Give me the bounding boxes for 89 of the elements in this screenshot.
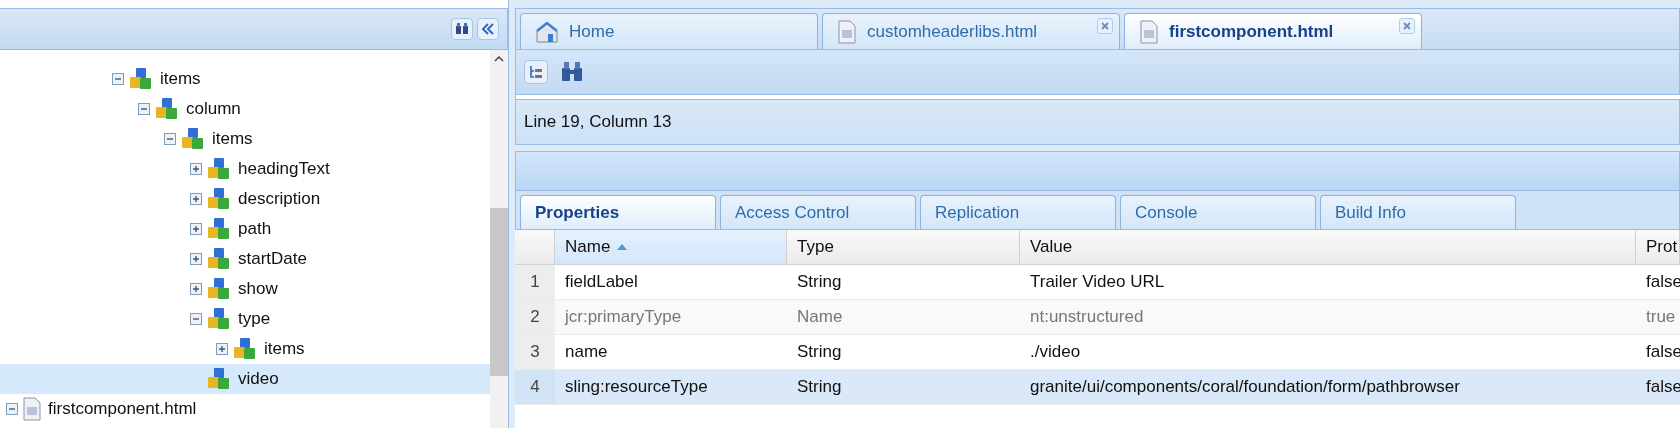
panel-tab[interactable]: Access Control bbox=[720, 195, 916, 229]
column-header[interactable]: Name bbox=[555, 230, 787, 265]
table-cell: true bbox=[1636, 300, 1680, 335]
row-number: 3 bbox=[515, 335, 555, 370]
close-tab-button[interactable] bbox=[1399, 18, 1415, 34]
binoculars-icon[interactable] bbox=[560, 61, 584, 83]
tree-view-button[interactable] bbox=[524, 60, 548, 84]
cubes-icon bbox=[232, 336, 258, 362]
table-cell: jcr:primaryType bbox=[555, 300, 787, 335]
collapse-panel-button[interactable] bbox=[477, 18, 499, 40]
tree-label: items bbox=[212, 129, 253, 149]
tree-label: show bbox=[238, 279, 278, 299]
tree-item[interactable]: description bbox=[0, 184, 490, 214]
table-cell: nt:unstructured bbox=[1020, 300, 1636, 335]
row-number: 4 bbox=[515, 370, 555, 405]
tree-item[interactable]: type bbox=[0, 304, 490, 334]
panel-tab[interactable]: Properties bbox=[520, 195, 716, 229]
tree-item[interactable]: headingText bbox=[0, 154, 490, 184]
house-icon bbox=[535, 20, 559, 43]
expand-toggle[interactable] bbox=[190, 163, 202, 175]
double-chevron-left-icon bbox=[481, 23, 495, 35]
file-icon bbox=[1139, 19, 1159, 44]
tree-label: items bbox=[160, 69, 201, 89]
table-cell: sling:resourceType bbox=[555, 370, 787, 405]
cubes-icon bbox=[128, 66, 154, 92]
tree-item[interactable]: column bbox=[0, 94, 490, 124]
column-header[interactable]: Prot bbox=[1636, 230, 1680, 265]
tree-label: path bbox=[238, 219, 272, 239]
tree-label: firstcomponent.html bbox=[48, 399, 197, 419]
scrollbar[interactable] bbox=[490, 50, 508, 428]
cubes-icon bbox=[206, 156, 232, 182]
cubes-icon bbox=[206, 216, 232, 242]
row-number: 1 bbox=[515, 265, 555, 300]
collapse-toggle[interactable] bbox=[138, 103, 150, 115]
close-icon bbox=[1101, 22, 1109, 30]
cubes-icon bbox=[206, 366, 232, 392]
status-text: Line 19, Column 13 bbox=[515, 99, 1680, 145]
scrollbar-thumb[interactable] bbox=[490, 208, 508, 376]
tree-label: items bbox=[264, 339, 305, 359]
table-cell: Name bbox=[787, 300, 1020, 335]
file-icon bbox=[22, 397, 42, 421]
expand-toggle[interactable] bbox=[190, 193, 202, 205]
cubes-icon bbox=[206, 306, 232, 332]
cubes-icon bbox=[206, 246, 232, 272]
tree-item[interactable]: startDate bbox=[0, 244, 490, 274]
tree-view-icon bbox=[528, 65, 544, 79]
table-cell: String bbox=[787, 370, 1020, 405]
tree-label: startDate bbox=[238, 249, 307, 269]
tree-label: type bbox=[238, 309, 271, 329]
tree-item[interactable]: path bbox=[0, 214, 490, 244]
tree-item[interactable]: show bbox=[0, 274, 490, 304]
scroll-up-icon[interactable] bbox=[493, 54, 505, 64]
panel-tab[interactable]: Console bbox=[1120, 195, 1316, 229]
cubes-icon bbox=[180, 126, 206, 152]
panel-tab[interactable]: Build Info bbox=[1320, 195, 1516, 229]
collapse-toggle[interactable] bbox=[164, 133, 176, 145]
tree-item[interactable]: items bbox=[0, 124, 490, 154]
column-header[interactable]: Type bbox=[787, 230, 1020, 265]
collapse-toggle[interactable] bbox=[6, 403, 18, 415]
column-header[interactable]: Value bbox=[1020, 230, 1636, 265]
row-number: 2 bbox=[515, 300, 555, 335]
table-cell: granite/ui/components/coral/foundation/form/pathbrowser bbox=[1020, 370, 1636, 405]
panel-tab[interactable]: Replication bbox=[920, 195, 1116, 229]
cubes-icon bbox=[154, 96, 180, 122]
binoculars-icon bbox=[455, 23, 469, 35]
tree-item[interactable]: items bbox=[0, 64, 490, 94]
expand-toggle[interactable] bbox=[190, 223, 202, 235]
close-tab-button[interactable] bbox=[1097, 18, 1113, 34]
tree-label: description bbox=[238, 189, 321, 209]
close-icon bbox=[1403, 22, 1411, 30]
tree-item[interactable]: video bbox=[0, 364, 490, 394]
editor-tab[interactable]: Home bbox=[520, 13, 818, 49]
tree-item[interactable]: items bbox=[0, 334, 490, 364]
file-icon bbox=[837, 19, 857, 44]
collapse-toggle[interactable] bbox=[190, 313, 202, 325]
collapse-toggle[interactable] bbox=[112, 73, 124, 85]
cubes-icon bbox=[206, 276, 232, 302]
expand-toggle[interactable] bbox=[216, 343, 228, 355]
editor-tab[interactable]: customheaderlibs.html bbox=[822, 13, 1120, 49]
tree-label: video bbox=[238, 369, 279, 389]
expand-toggle[interactable] bbox=[190, 283, 202, 295]
tree-label: headingText bbox=[238, 159, 330, 179]
expand-toggle[interactable] bbox=[190, 253, 202, 265]
find-button[interactable] bbox=[451, 18, 473, 40]
tree-label: column bbox=[186, 99, 241, 119]
cubes-icon bbox=[206, 186, 232, 212]
editor-tab[interactable]: firstcomponent.html bbox=[1124, 13, 1422, 49]
table-header-corner bbox=[515, 230, 555, 265]
tree-item[interactable]: firstcomponent.html bbox=[0, 394, 490, 424]
